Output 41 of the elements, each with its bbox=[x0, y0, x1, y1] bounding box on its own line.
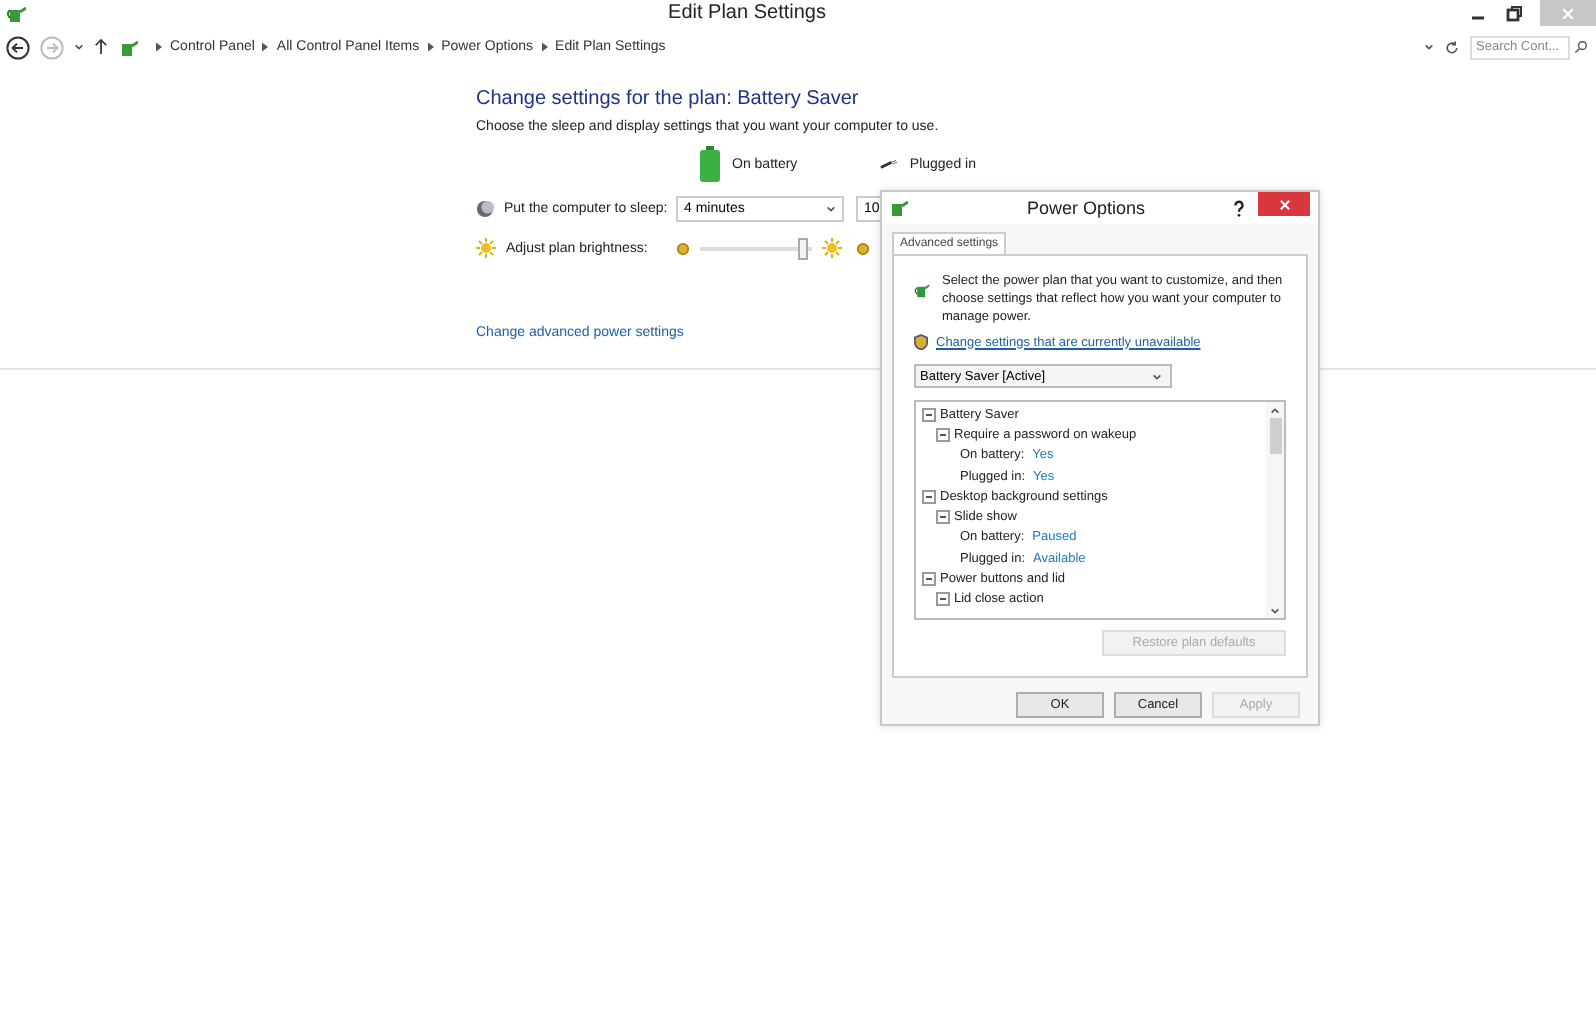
shield-icon bbox=[914, 334, 928, 350]
help-icon[interactable] bbox=[1232, 199, 1246, 217]
dropdown-caret-icon bbox=[1152, 371, 1162, 381]
scroll-down-icon[interactable] bbox=[1270, 605, 1280, 615]
collapse-icon[interactable] bbox=[936, 427, 950, 442]
scroll-up-icon[interactable] bbox=[1270, 405, 1280, 415]
page-heading: Change settings for the plan: Battery Saver bbox=[476, 88, 861, 110]
collapse-icon[interactable] bbox=[936, 510, 950, 525]
dim-sun-icon bbox=[856, 241, 870, 255]
dialog-title: Power Options bbox=[1024, 198, 1148, 218]
collapse-icon[interactable] bbox=[922, 489, 936, 504]
collapse-icon[interactable] bbox=[922, 407, 936, 422]
battery-icon bbox=[700, 146, 720, 182]
chevron-right-icon[interactable] bbox=[541, 42, 548, 52]
dropdown-caret-icon[interactable] bbox=[74, 42, 84, 52]
dim-sun-icon bbox=[676, 241, 690, 255]
close-button[interactable] bbox=[1258, 192, 1310, 216]
chevron-right-icon[interactable] bbox=[262, 42, 269, 52]
watering-can-icon bbox=[118, 37, 138, 57]
moon-icon bbox=[476, 199, 494, 217]
restore-icon[interactable] bbox=[1504, 3, 1524, 23]
scrollbar[interactable] bbox=[1266, 402, 1284, 618]
back-icon[interactable] bbox=[6, 35, 30, 59]
collapse-icon[interactable] bbox=[922, 572, 936, 587]
watering-can-icon bbox=[6, 3, 26, 23]
scrollbar-thumb[interactable] bbox=[1269, 418, 1281, 454]
power-plug-icon bbox=[880, 154, 898, 174]
dropdown-caret-icon[interactable] bbox=[1424, 42, 1434, 52]
collapse-icon[interactable] bbox=[936, 592, 950, 607]
chevron-right-icon[interactable] bbox=[427, 42, 434, 52]
dropdown-caret-icon bbox=[826, 203, 836, 213]
window-title: Edit Plan Settings bbox=[666, 2, 828, 24]
sun-icon bbox=[822, 238, 842, 258]
close-icon bbox=[1277, 197, 1291, 211]
close-icon bbox=[1560, 5, 1576, 21]
watering-can-icon bbox=[888, 198, 908, 218]
up-arrow-icon[interactable] bbox=[94, 38, 108, 56]
sun-icon bbox=[476, 238, 496, 258]
search-icon bbox=[1574, 40, 1588, 54]
refresh-icon[interactable] bbox=[1444, 39, 1460, 55]
chevron-right-icon[interactable] bbox=[156, 42, 162, 52]
